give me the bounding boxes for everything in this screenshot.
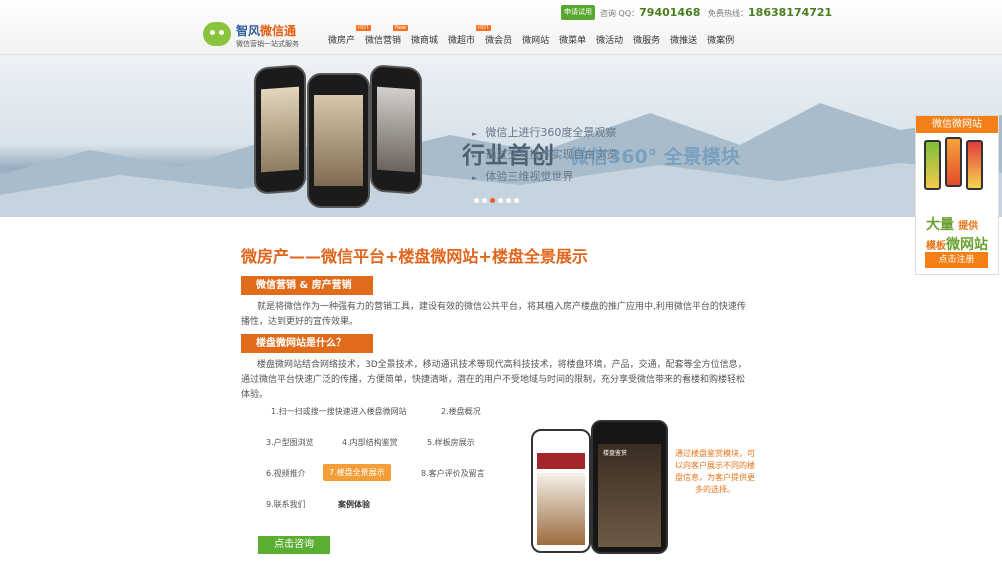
- nav-item[interactable]: 微推送: [670, 33, 697, 46]
- tab-item[interactable]: 9.联系我们: [266, 499, 306, 510]
- nav-item[interactable]: 微网站: [522, 33, 549, 46]
- tab-item[interactable]: 1.扫一扫或搜一搜快速进入楼盘微网站: [271, 406, 407, 417]
- nav-item[interactable]: 微房产 HOT: [328, 25, 371, 46]
- top-header: 智风微信通 微信营销一站式服务 申请试用 咨询 QQ：79401468 免费热线…: [0, 0, 1002, 55]
- nav-item[interactable]: 微服务: [633, 33, 660, 46]
- sidebar-ad[interactable]: 微信微网站 大量 提供 模板微网站 点击注册: [915, 115, 999, 275]
- paragraph: 楼盘微网站结合网络技术，3D全景技术，移动通讯技术等现代高科技技术，将楼盘环境，…: [241, 360, 747, 400]
- phone-image: [531, 429, 591, 553]
- sidebar-promo: 大量 提供 模板微网站: [926, 217, 988, 253]
- case-link[interactable]: 案例体验: [338, 499, 370, 510]
- feature-tabs: 1.扫一扫或搜一搜快速进入楼盘微网站 2.楼盘概况 3.户型图浏览 4.内部结构…: [258, 402, 498, 520]
- nav-badge: New: [393, 25, 408, 31]
- phone-screen-label: 楼盘鉴赏: [603, 450, 628, 457]
- logo-subtitle: 微信营销一站式服务: [236, 40, 299, 48]
- tab-item[interactable]: 8.客户评价及留言: [421, 468, 485, 479]
- paragraph: 就是将微信作为一种强有力的营销工具，建设有效的微信公共平台，将其植入房产楼盘的推…: [241, 302, 746, 327]
- section-header: 微信营销 & 房产营销: [241, 276, 373, 295]
- consult-button[interactable]: 点击咨询: [258, 536, 330, 554]
- nav-item[interactable]: 微商城: [411, 33, 438, 46]
- banner-feature: 体验三维视觉世界: [472, 168, 573, 184]
- nav-badge: HOT: [356, 25, 371, 31]
- logo-eye-icon: [219, 30, 224, 35]
- logo-title: 智风微信通: [236, 24, 297, 38]
- logo-eye-icon: [210, 30, 215, 35]
- carousel-dot[interactable]: [474, 198, 479, 203]
- main-nav: 微房产 HOT 微信营销 New 微商城 微超市 HOT 微会员 微网站 微菜单 微活动 微服务 微推送…: [323, 25, 739, 46]
- site-logo[interactable]: 智风微信通 微信营销一站式服务: [203, 20, 333, 52]
- wechat-logo-icon: [203, 22, 231, 46]
- banner-feature: 微信上进行360度全景观察: [472, 124, 616, 140]
- banner-feature: 通过交互操作实现自由浏览: [472, 146, 617, 162]
- nav-item[interactable]: 微会员: [485, 33, 512, 46]
- carousel-dot[interactable]: [514, 198, 519, 203]
- phone-image: [307, 73, 370, 208]
- carousel-dot[interactable]: [498, 198, 503, 203]
- hotline-label: 免费热线：: [708, 9, 749, 18]
- carousel-dot[interactable]: [490, 198, 495, 203]
- phone-icon: [966, 140, 983, 190]
- tab-item[interactable]: 2.楼盘概况: [441, 406, 481, 417]
- register-button[interactable]: 点击注册: [925, 252, 988, 268]
- page-title: 微房产——微信平台+楼盘微网站+楼盘全景展示: [241, 247, 588, 266]
- nav-item[interactable]: 微案例: [707, 33, 734, 46]
- hotline-number: 18638174721: [748, 6, 833, 19]
- phone-image: [254, 64, 306, 195]
- tab-item[interactable]: 3.户型图浏览: [266, 437, 314, 448]
- phone-image: 楼盘鉴赏: [591, 420, 668, 554]
- contact-info: 咨询 QQ：79401468 免费热线：18638174721: [600, 6, 832, 19]
- tab-item[interactable]: 6.视频推介: [266, 468, 306, 479]
- tab-item-active[interactable]: 7.楼盘全景展示: [323, 464, 391, 481]
- tab-item[interactable]: 4.内部结构鉴赏: [342, 437, 398, 448]
- carousel-dots: [474, 198, 519, 203]
- feature-description: 通过楼盘鉴赏模块，可以向客户展示不同的楼盘信息，为客户提供更多的选择。: [675, 449, 755, 494]
- carousel-dot[interactable]: [482, 198, 487, 203]
- nav-badge: HOT: [476, 25, 491, 31]
- phone-icon: [945, 137, 962, 187]
- nav-item[interactable]: 微菜单: [559, 33, 586, 46]
- carousel-dot[interactable]: [506, 198, 511, 203]
- hero-banner: 行业首创 微信360° 全景模块 微信上进行360度全景观察 通过交互操作实现自…: [0, 55, 1002, 217]
- nav-item[interactable]: 微超市 HOT: [448, 25, 491, 46]
- qq-label: 咨询 QQ：: [600, 9, 640, 18]
- nav-item[interactable]: 微信营销 New: [365, 25, 408, 46]
- section-header: 楼盘微网站是什么？: [241, 334, 373, 353]
- phone-icon: [924, 140, 941, 190]
- nav-item[interactable]: 微活动: [596, 33, 623, 46]
- sidebar-header: 微信微网站: [916, 116, 998, 133]
- tab-item[interactable]: 5.样板房展示: [427, 437, 475, 448]
- qq-number: 79401468: [639, 6, 701, 19]
- apply-trial-button[interactable]: 申请试用: [561, 5, 595, 20]
- phone-image: [370, 64, 422, 195]
